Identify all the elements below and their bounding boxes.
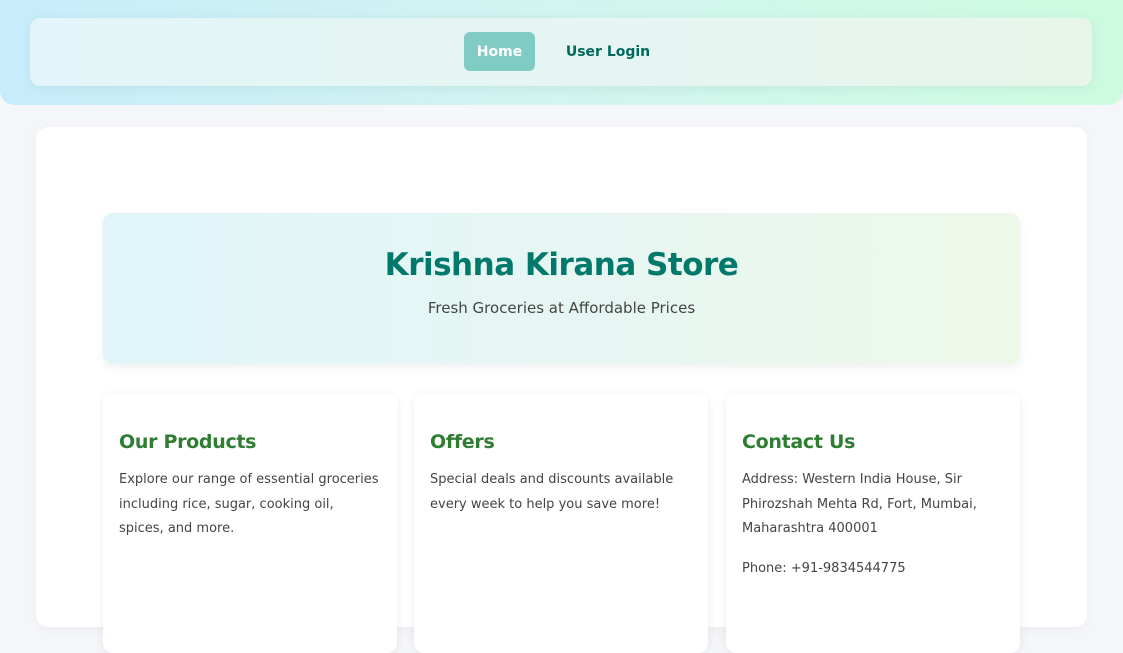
products-card-text: Explore our range of essential groceries… xyxy=(119,472,379,536)
contact-phone: Phone: +91-9834544775 xyxy=(742,560,906,576)
products-card-title: Our Products xyxy=(119,431,257,453)
contact-card-title: Contact Us xyxy=(742,431,856,453)
contact-address: Address: Western India House, Sir Phiroz… xyxy=(742,472,977,536)
offers-card-text: Special deals and discounts available ev… xyxy=(430,472,674,512)
contact-card: Contact Us Address: Western India House,… xyxy=(726,393,1020,653)
navbar: Home User Login xyxy=(30,18,1092,86)
offers-card: Offers Special deals and discounts avail… xyxy=(414,393,708,653)
hero-banner: Krishna Kirana Store Fresh Groceries at … xyxy=(103,213,1020,364)
nav-home-link[interactable]: Home xyxy=(464,32,535,71)
store-title: Krishna Kirana Store xyxy=(384,247,739,283)
top-header: Home User Login xyxy=(0,0,1123,105)
main-content: Krishna Kirana Store Fresh Groceries at … xyxy=(36,127,1087,653)
offers-card-title: Offers xyxy=(430,431,495,453)
products-card: Our Products Explore our range of essent… xyxy=(103,393,397,653)
store-tagline: Fresh Groceries at Affordable Prices xyxy=(427,299,696,317)
nav-user-login-link[interactable]: User Login xyxy=(563,32,653,71)
